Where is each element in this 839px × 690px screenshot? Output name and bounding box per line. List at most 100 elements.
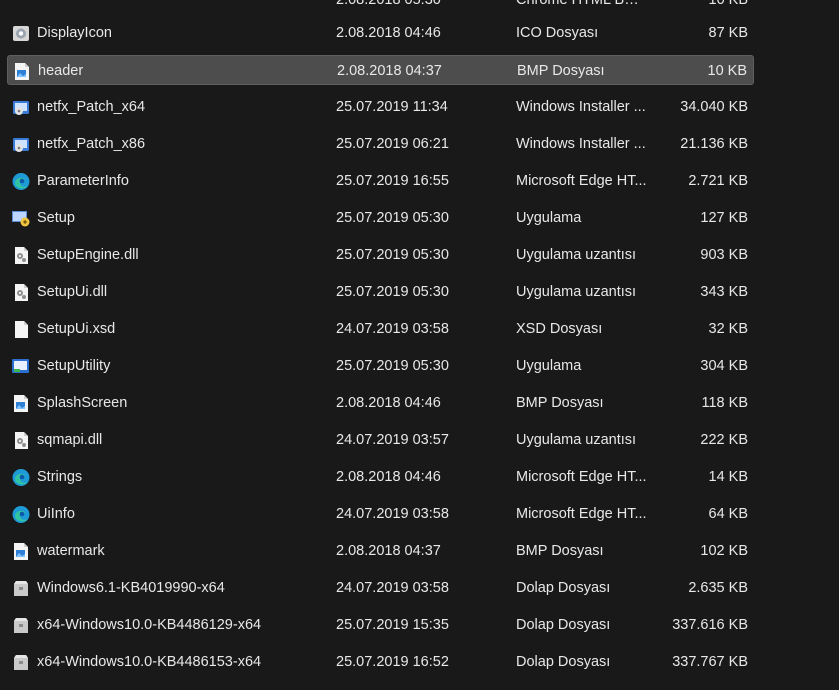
file-name: x64-Windows10.0-KB4486129-x64 <box>37 617 262 633</box>
installer-icon <box>11 98 31 117</box>
file-name: SetupUtility <box>37 358 111 374</box>
file-size: 2.635 KB <box>688 580 748 596</box>
file-date: 24.07.2019 03:58 <box>336 580 449 596</box>
file-date: 25.07.2019 05:30 <box>336 358 449 374</box>
file-row[interactable]: UiInfo 24.07.2019 03:58 Microsoft Edge HT.… <box>7 499 754 529</box>
file-row[interactable]: ParameterInfo 25.07.2019 16:55 Microsoft E… <box>7 166 754 196</box>
file-size: 337.767 KB <box>672 654 748 670</box>
file-type: Dolap Dosyası <box>516 580 611 596</box>
file-row[interactable]: DisplayIcon 2.08.2018 04:46 ICO Dosyası 87 … <box>7 18 754 48</box>
ico-file-icon <box>11 24 31 43</box>
file-name: ParameterInfo <box>37 173 129 189</box>
file-type: Uygulama uzantısı <box>516 284 637 300</box>
file-date: 25.07.2019 16:52 <box>336 654 449 670</box>
cabinet-icon <box>11 616 31 635</box>
file-date: 2.08.2018 04:37 <box>337 63 442 79</box>
file-name: SetupUi.xsd <box>37 321 116 337</box>
file-size: 304 KB <box>700 358 748 374</box>
file-size: 10 KB <box>708 0 749 8</box>
file-row[interactable]: SetupUi.dll 25.07.2019 05:30 Uygulama uzan… <box>7 277 754 307</box>
cabinet-icon <box>11 579 31 598</box>
file-name: UiInfo <box>37 506 75 522</box>
blank-file-icon <box>11 320 31 339</box>
dll-icon <box>11 246 31 265</box>
file-type: Windows Installer ... <box>516 99 646 115</box>
utility-app-icon <box>11 357 31 376</box>
file-size: 337.616 KB <box>672 617 748 633</box>
file-name: netfx_Patch_x64 <box>37 99 146 115</box>
file-name: SetupEngine.dll <box>37 247 139 263</box>
file-date: 25.07.2019 05:30 <box>336 284 449 300</box>
file-date: 2.08.2018 04:46 <box>336 395 441 411</box>
file-type: BMP Dosyası <box>516 543 604 559</box>
file-size: 343 KB <box>700 284 748 300</box>
file-row[interactable]: Windows6.1-KB4019990-x64 24.07.2019 03:58… <box>7 573 754 603</box>
file-name: SetupUi.dll <box>37 284 108 300</box>
file-row[interactable]: netfx_Patch_x64 25.07.2019 11:34 Windows I… <box>7 92 754 122</box>
file-size: 64 KB <box>708 506 749 522</box>
file-name: DisplayIcon <box>37 25 112 41</box>
file-date: 2.08.2018 04:46 <box>336 469 441 485</box>
file-date: 25.07.2019 05:30 <box>336 247 449 263</box>
file-date: 25.07.2019 05:30 <box>336 210 449 226</box>
file-type: Uygulama <box>516 210 582 226</box>
file-row[interactable]: netfx_Patch_x86 25.07.2019 06:21 Windows I… <box>7 129 754 159</box>
file-row[interactable]: header 2.08.2018 04:37 BMP Dosyası 10 KB <box>7 55 754 85</box>
file-size: 87 KB <box>708 25 749 41</box>
file-size: 222 KB <box>700 432 748 448</box>
file-size: 14 KB <box>708 469 749 485</box>
file-type: ICO Dosyası <box>516 25 599 41</box>
file-type: Microsoft Edge HT... <box>516 506 647 522</box>
edge-icon <box>11 468 31 487</box>
file-name: Strings <box>37 469 83 485</box>
file-date: 24.07.2019 03:57 <box>336 432 449 448</box>
cabinet-icon <box>11 653 31 672</box>
file-date: 25.07.2019 16:55 <box>336 173 449 189</box>
file-date: 2.08.2018 04:46 <box>336 25 441 41</box>
file-date: 25.07.2019 06:21 <box>336 136 449 152</box>
file-type: Windows Installer ... <box>516 136 646 152</box>
file-row[interactable]: SetupEngine.dll 25.07.2019 05:30 Uygulama … <box>7 240 754 270</box>
file-name: Windows6.1-KB4019990-x64 <box>37 580 225 596</box>
file-name: netfx_Patch_x86 <box>37 136 146 152</box>
file-size: 118 KB <box>701 395 749 411</box>
file-type: Uygulama uzantısı <box>516 432 637 448</box>
file-row[interactable]: SetupUtility 25.07.2019 05:30 Uygulama 304 … <box>7 351 754 381</box>
file-date: 24.07.2019 03:58 <box>336 506 449 522</box>
file-size: 10 KB <box>707 63 748 79</box>
file-type: Chrome HTML B… <box>516 0 639 8</box>
file-size: 102 KB <box>700 543 748 559</box>
file-name: SplashScreen <box>37 395 128 411</box>
file-type: BMP Dosyası <box>517 63 605 79</box>
bmp-image-icon <box>11 542 31 561</box>
bmp-image-icon <box>11 394 31 413</box>
file-row[interactable]: SplashScreen 2.08.2018 04:46 BMP Dosyası 11… <box>7 388 754 418</box>
file-row[interactable]: SetupUi.xsd 24.07.2019 03:58 XSD Dosyası 32… <box>7 314 754 344</box>
file-date: 25.07.2019 15:35 <box>336 617 449 633</box>
file-size: 34.040 KB <box>680 99 748 115</box>
installer-icon <box>11 135 31 154</box>
file-type: Microsoft Edge HT... <box>516 173 647 189</box>
file-row[interactable]: x64-Windows10.0-KB4486153-x64 25.07.2019 … <box>7 647 754 677</box>
file-row[interactable]: sqmapi.dll 24.07.2019 03:57 Uygulama uzant… <box>7 425 754 455</box>
file-date: 25.07.2019 11:34 <box>336 99 448 115</box>
file-type: Dolap Dosyası <box>516 617 611 633</box>
file-name: watermark <box>37 543 105 559</box>
file-type: BMP Dosyası <box>516 395 604 411</box>
dll-icon <box>11 283 31 302</box>
dll-icon <box>11 431 31 450</box>
file-size: 32 KB <box>708 321 749 337</box>
file-row[interactable]: Strings 2.08.2018 04:46 Microsoft Edge HT.… <box>7 462 754 492</box>
file-size: 127 KB <box>700 210 748 226</box>
file-name: sqmapi.dll <box>37 432 103 448</box>
file-row[interactable]: Setup 25.07.2019 05:30 Uygulama 127 KB <box>7 203 754 233</box>
file-row[interactable]: x64-Windows10.0-KB4486129-x64 25.07.2019 … <box>7 610 754 640</box>
file-row-partial[interactable]: 2.08.2018 05:30 Chrome HTML B… 10 KB <box>7 0 754 15</box>
file-type: Microsoft Edge HT... <box>516 469 647 485</box>
edge-icon <box>11 505 31 524</box>
file-name: x64-Windows10.0-KB4486153-x64 <box>37 654 262 670</box>
file-name: header <box>38 63 84 79</box>
file-date: 24.07.2019 03:58 <box>336 321 449 337</box>
file-row[interactable]: watermark 2.08.2018 04:37 BMP Dosyası 102 K… <box>7 536 754 566</box>
file-name: Setup <box>37 210 75 226</box>
